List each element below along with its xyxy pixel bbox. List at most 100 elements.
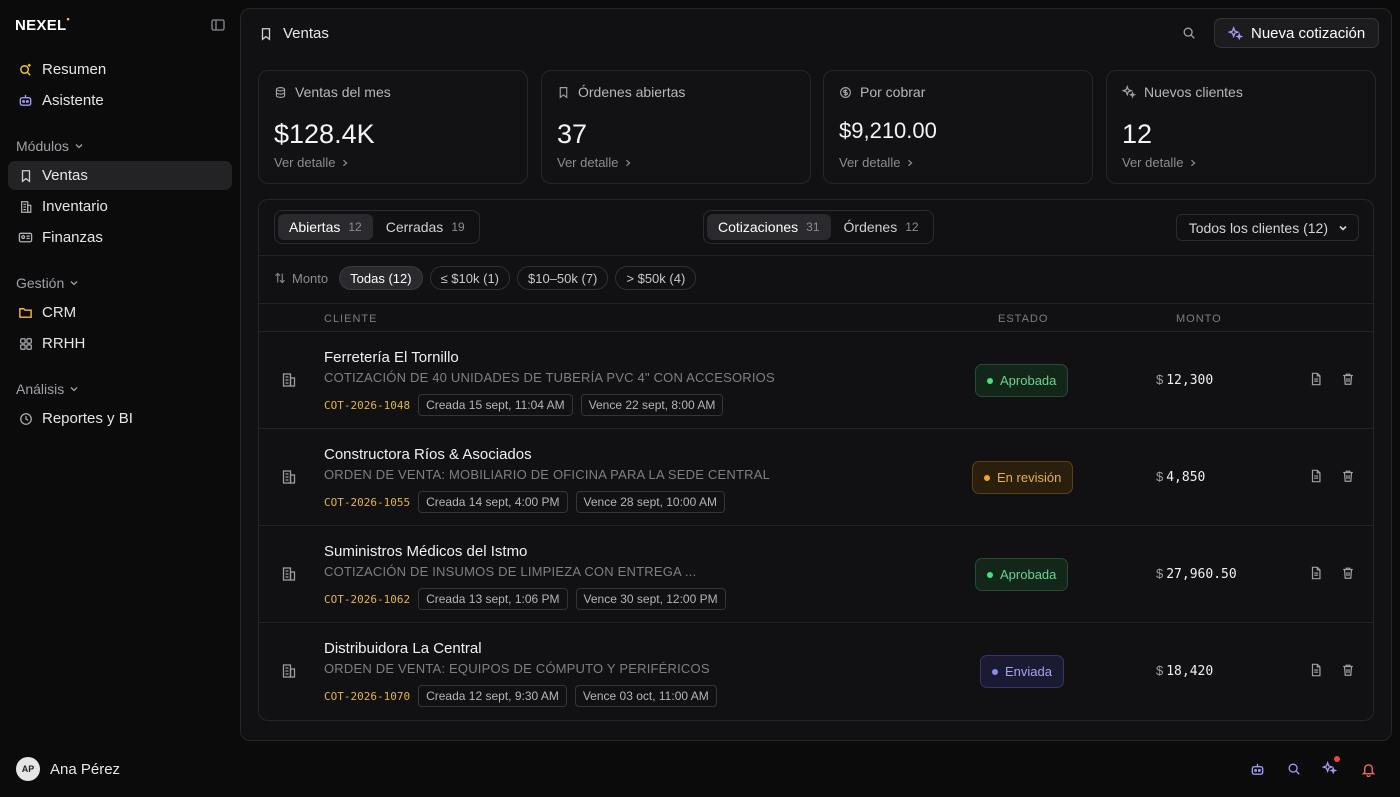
quote-code[interactable]: COT-2026-1055 [324,496,410,509]
section-modulos[interactable]: Módulos [16,138,84,154]
folder-icon [18,305,33,320]
sidebar-item-resumen[interactable]: Resumen [8,55,232,84]
trash-icon[interactable] [1341,372,1355,386]
page-header: Ventas Nueva cotización [241,9,1391,59]
quote-meta: COT-2026-1048 Creada 15 sept, 11:04 AM V… [324,394,724,416]
quote-code[interactable]: COT-2026-1062 [324,593,410,606]
sidebar: NEXEL• Resumen Asistente Módulos Ventas … [0,0,240,797]
document-icon[interactable] [1309,663,1323,677]
client-name[interactable]: Distribuidora La Central [324,640,482,657]
divider [259,255,1373,256]
quote-code[interactable]: COT-2026-1070 [324,690,410,703]
sidebar-toggle-icon[interactable] [210,17,226,33]
quote-meta: COT-2026-1055 Creada 14 sept, 4:00 PM Ve… [324,491,725,513]
stat-value: 37 [557,119,588,149]
created-date-tag: Creada 15 sept, 11:04 AM [418,394,573,416]
bookmark-icon [261,27,271,41]
sidebar-item-inventario[interactable]: Inventario [8,192,232,221]
due-date-tag: Vence 22 sept, 8:00 AM [580,394,724,416]
column-header-status: ESTADO [998,313,1049,325]
sidebar-item-crm[interactable]: CRM [8,298,232,327]
search-icon[interactable] [1182,26,1196,40]
tab-abiertas[interactable]: Abiertas 12 [278,214,373,240]
document-icon[interactable] [1309,566,1323,580]
status-dot [984,474,990,481]
sidebar-item-rrhh[interactable]: RRHH [8,329,232,358]
see-detail-link[interactable]: Ver detalle [1122,155,1197,170]
column-header-client: CLIENTE [324,313,378,325]
table-row[interactable]: Suministros Médicos del Istmo COTIZACIÓN… [259,525,1373,622]
section-gestion[interactable]: Gestión [16,275,79,291]
sidebar-item-asistente[interactable]: Asistente [8,86,232,115]
sidebar-item-finanzas[interactable]: Finanzas [8,223,232,252]
trash-icon[interactable] [1341,663,1355,677]
amount-value: $ 4,850 [1156,469,1206,485]
tab-cerradas[interactable]: Cerradas 19 [375,214,476,240]
trash-icon[interactable] [1341,469,1355,483]
chevron-down-icon [1339,225,1347,231]
chevron-right-icon [1191,159,1196,166]
document-icon[interactable] [1309,469,1323,483]
due-date-tag: Vence 03 oct, 11:00 AM [574,685,717,707]
see-detail-link[interactable]: Ver detalle [274,155,349,170]
sidebar-item-label: Resumen [42,61,107,78]
client-name[interactable]: Ferretería El Tornillo [324,349,459,366]
client-name[interactable]: Constructora Ríos & Asociados [324,446,532,463]
sparkles-notification[interactable] [1321,756,1340,778]
search-icon[interactable] [1287,762,1301,776]
stat-card-por-cobrar: Por cobrar $9,210.00 Ver detalle [823,70,1093,184]
new-quote-button[interactable]: Nueva cotización [1214,18,1380,48]
bookmark-icon [559,86,568,99]
section-analisis[interactable]: Análisis [16,381,79,397]
robot-icon [18,93,33,108]
amount-chip-all[interactable]: Todas (12) [339,266,423,290]
tab-ordenes[interactable]: Órdenes 12 [833,214,930,240]
sidebar-item-label: Inventario [42,198,108,215]
tab-cotizaciones[interactable]: Cotizaciones 31 [707,214,831,240]
status-dot [987,571,993,578]
amount-chip-under-10k[interactable]: ≤ $10k (1) [429,266,510,290]
quote-code[interactable]: COT-2026-1048 [324,399,410,412]
divider [259,303,1373,304]
table-row[interactable]: Constructora Ríos & Asociados ORDEN DE V… [259,428,1373,525]
id-card-icon [18,230,33,245]
building-icon [282,470,296,484]
created-date-tag: Creada 12 sept, 9:30 AM [418,685,567,707]
due-date-tag: Vence 28 sept, 10:00 AM [575,491,725,513]
table-row[interactable]: Ferretería El Tornillo COTIZACIÓN DE 40 … [259,331,1373,428]
user-profile[interactable]: AP Ana Pérez [16,757,120,781]
sidebar-item-label: Reportes y BI [42,410,133,427]
sidebar-item-label: CRM [42,304,77,321]
table-row[interactable]: Distribuidora La Central ORDEN DE VENTA:… [259,622,1373,719]
see-detail-link[interactable]: Ver detalle [557,155,632,170]
main-panel: Ventas Nueva cotización Ventas del mes $… [240,8,1392,741]
trash-icon[interactable] [1341,566,1355,580]
created-date-tag: Creada 14 sept, 4:00 PM [418,491,568,513]
client-filter-select[interactable]: Todos los clientes (12) [1175,214,1359,241]
chevron-right-icon [908,159,913,166]
stat-label: Nuevos clientes [1144,84,1243,100]
sidebar-item-label: RRHH [42,335,86,352]
brand-mark: • [66,14,70,24]
amount-value: $ 27,960.50 [1156,566,1237,582]
user-name: Ana Pérez [50,760,121,778]
bell-icon[interactable] [1361,762,1376,777]
stat-card-ordenes-abiertas: Órdenes abiertas 37 Ver detalle [541,70,811,184]
stat-label: Por cobrar [860,84,926,100]
page-title: Ventas [259,25,329,42]
robot-icon[interactable] [1250,762,1265,777]
sidebar-item-reportes[interactable]: Reportes y BI [8,404,232,433]
client-name[interactable]: Suministros Médicos del Istmo [324,543,527,560]
document-icon[interactable] [1309,372,1323,386]
quote-meta: COT-2026-1062 Creada 13 sept, 1:06 PM Ve… [324,588,726,610]
status-dot [992,668,998,675]
amount-chip-over-50k[interactable]: > $50k (4) [615,266,697,290]
sparkle-search-icon [18,62,33,77]
status-badge: Aprobada [975,364,1069,397]
status-badge: Enviada [980,655,1064,688]
see-detail-link[interactable]: Ver detalle [839,155,914,170]
amount-chip-10-50k[interactable]: $10–50k (7) [517,266,609,290]
sparkles-icon [1122,85,1136,99]
sidebar-item-ventas[interactable]: Ventas [8,161,232,190]
status-segmented-control: Abiertas 12 Cerradas 19 [274,210,480,244]
